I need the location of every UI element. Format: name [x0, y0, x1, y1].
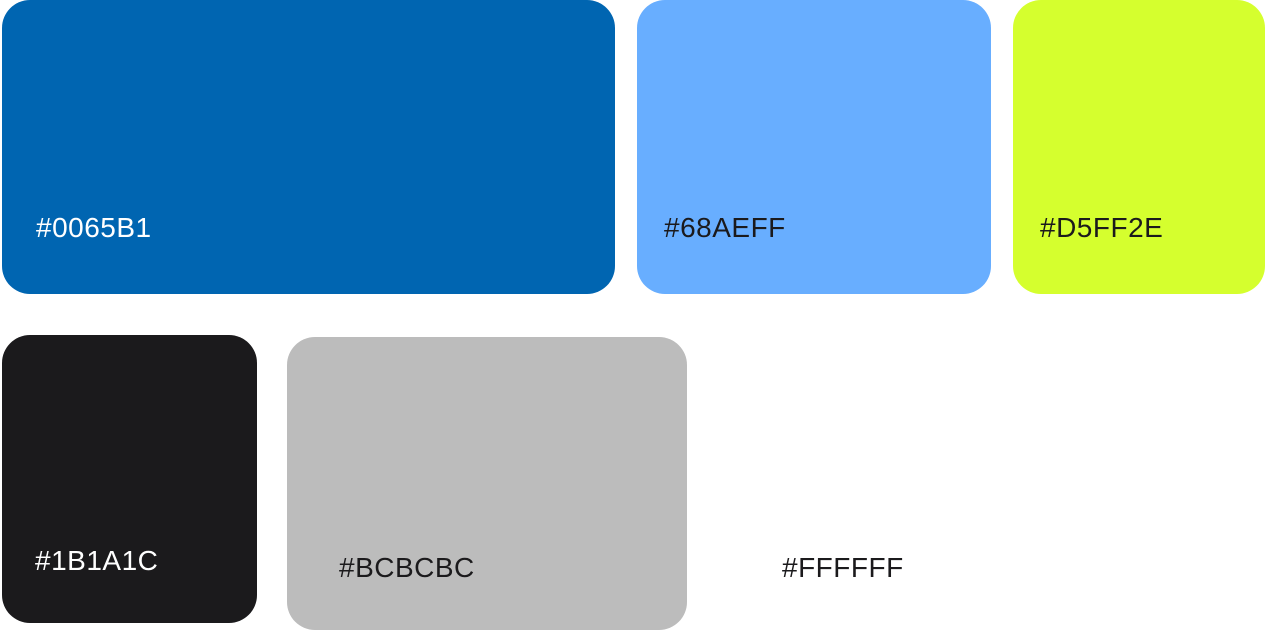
swatch-68aeff: #68AEFF [637, 0, 991, 294]
swatch-hex-label: #68AEFF [664, 212, 786, 243]
swatch-hex-label: #D5FF2E [1040, 212, 1164, 243]
color-palette: { "palette": { "swatches": [ { "label": … [0, 0, 1265, 630]
swatch-1b1a1c: #1B1A1C [2, 335, 257, 623]
swatch-d5ff2e: #D5FF2E [1013, 0, 1265, 294]
swatch-hex-label: #1B1A1C [35, 545, 159, 576]
swatch-hex-label: #FFFFFF [782, 552, 904, 583]
swatch-hex-label: #0065B1 [36, 212, 152, 243]
swatch-hex-label: #BCBCBC [339, 552, 475, 583]
swatch-0065b1: #0065B1 [2, 0, 615, 294]
swatch-bcbcbc: #BCBCBC [287, 337, 687, 630]
swatch-ffffff: #FFFFFF [720, 337, 1020, 630]
